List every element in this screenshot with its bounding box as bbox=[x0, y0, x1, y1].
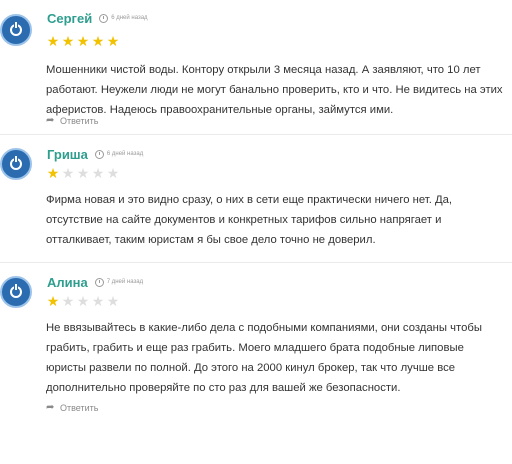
review-text: Мошенники чистой воды. Контору открыли 3… bbox=[46, 64, 503, 116]
star-icon: ★ bbox=[76, 165, 90, 181]
star-icon: ★ bbox=[46, 165, 60, 181]
star-icon: ★ bbox=[106, 293, 120, 309]
reply-label: Ответить bbox=[60, 115, 99, 126]
star-icon: ★ bbox=[46, 293, 60, 309]
avatar bbox=[0, 276, 32, 308]
author-name: Гриша bbox=[47, 146, 88, 162]
review-item: Сергей 6 дней назад ★ ★ ★ ★ ★ Мошенники … bbox=[0, 8, 512, 130]
review-text: Не ввязывайтесь в какие-либо дела с подо… bbox=[46, 322, 482, 394]
author-name: Сергей bbox=[47, 10, 93, 26]
divider bbox=[0, 134, 512, 135]
review-date: 7 дней назад bbox=[106, 279, 144, 285]
clock-icon bbox=[99, 13, 109, 23]
rating-stars: ★ ★ ★ ★ ★ bbox=[46, 294, 120, 308]
star-icon: ★ bbox=[91, 33, 105, 49]
reply-arrow-icon: ➦ bbox=[46, 115, 55, 126]
review-header: Сергей 6 дней назад bbox=[47, 8, 148, 28]
review-text: Фирма новая и это видно сразу, о них в с… bbox=[46, 194, 453, 246]
star-icon: ★ bbox=[91, 165, 105, 181]
review-date: 6 дней назад bbox=[111, 15, 148, 21]
author-name: Алина bbox=[47, 274, 88, 290]
star-icon: ★ bbox=[91, 293, 105, 309]
rating-stars: ★ ★ ★ ★ ★ bbox=[46, 166, 120, 180]
review-item: Алина 7 дней назад ★ ★ ★ ★ ★ Не ввязывай… bbox=[0, 272, 512, 422]
reply-label: Ответить bbox=[60, 402, 99, 413]
star-icon: ★ bbox=[61, 165, 75, 181]
reply-arrow-icon: ➦ bbox=[46, 402, 55, 413]
star-icon: ★ bbox=[106, 165, 120, 181]
divider bbox=[0, 262, 512, 263]
review-item: Гриша 6 дней назад ★ ★ ★ ★ ★ Фирма новая… bbox=[0, 144, 512, 256]
avatar bbox=[0, 14, 32, 46]
review-header: Алина 7 дней назад bbox=[47, 272, 143, 292]
star-icon: ★ bbox=[61, 33, 75, 49]
star-icon: ★ bbox=[76, 293, 90, 309]
star-icon: ★ bbox=[76, 33, 90, 49]
clock-icon bbox=[94, 149, 104, 159]
star-icon: ★ bbox=[61, 293, 75, 309]
reply-button[interactable]: ➦ Ответить bbox=[46, 402, 98, 413]
star-icon: ★ bbox=[106, 33, 120, 49]
review-date: 6 дней назад bbox=[106, 151, 144, 157]
star-icon: ★ bbox=[46, 33, 60, 49]
review-header: Гриша 6 дней назад bbox=[47, 144, 143, 164]
avatar bbox=[0, 148, 32, 180]
clock-icon bbox=[94, 277, 104, 287]
reply-button[interactable]: ➦ Ответить bbox=[46, 115, 98, 126]
reviews-feed: Сергей 6 дней назад ★ ★ ★ ★ ★ Мошенники … bbox=[0, 0, 512, 464]
rating-stars: ★ ★ ★ ★ ★ bbox=[46, 34, 120, 48]
